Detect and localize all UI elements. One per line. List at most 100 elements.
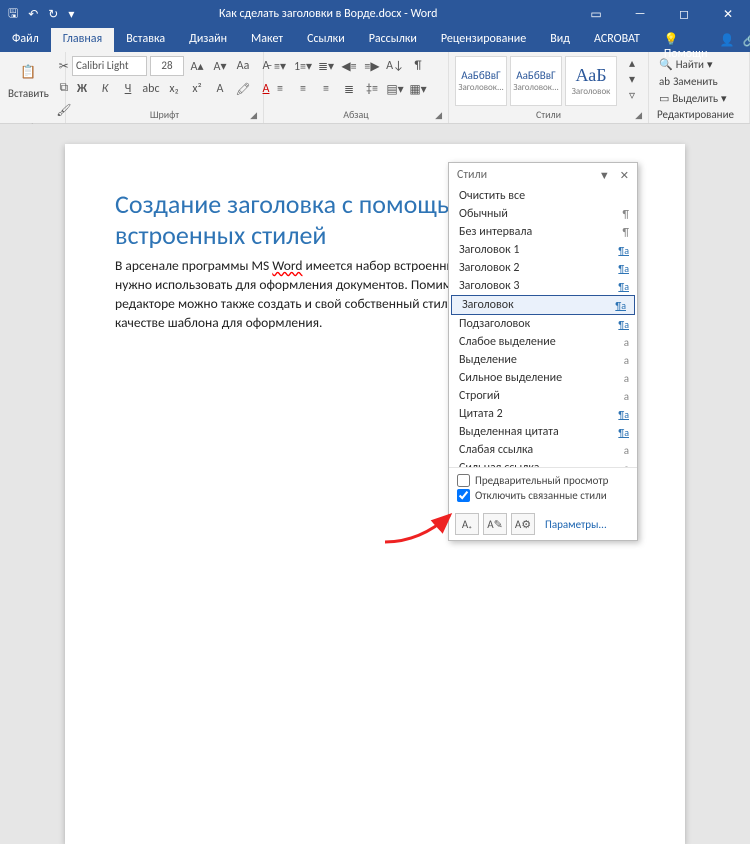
window-title: Как сделать заголовки в Ворде.docx - Wor… [82,7,574,21]
pane-close-icon[interactable]: ✕ [620,169,629,182]
tab-mailings[interactable]: Рассылки [357,28,429,52]
titlebar: 🖫 ↶ ↻ ▾ Как сделать заголовки в Ворде.do… [0,0,750,28]
style-row[interactable]: Цитата 2¶a [449,405,637,423]
justify-icon[interactable]: ≣ [339,79,359,99]
style-row[interactable]: Очистить все [449,187,637,205]
styles-group-label: Стили [536,108,561,121]
pane-dropdown-icon[interactable]: ▼ [599,169,610,182]
search-icon: 🔍 [659,58,673,71]
replace-button[interactable]: abЗаменить [657,74,720,89]
tab-references[interactable]: Ссылки [295,28,357,52]
show-marks-icon[interactable]: ¶ [408,56,428,76]
cursor-icon: ▭ [659,92,669,105]
superscript-button[interactable]: x² [187,79,207,99]
styles-pane-title: Стили [457,168,487,182]
styles-list[interactable]: Очистить всеОбычный¶Без интервала¶Заголо… [449,187,637,467]
italic-button[interactable]: К [95,79,115,99]
styles-expand-icon[interactable]: ▿ [622,88,642,103]
preview-checkbox[interactable]: Предварительный просмотр [457,473,629,488]
font-name-select[interactable]: Calibri Light [72,56,147,76]
style-gallery-item[interactable]: АаБЗаголовок [565,56,617,106]
highlight-icon[interactable]: 🖍 [233,79,253,99]
style-row[interactable]: Без интервала¶ [449,223,637,241]
align-center-icon[interactable]: ≡ [293,79,313,99]
close-icon[interactable]: ✕ [706,0,750,28]
sort-icon[interactable]: A↓ [385,56,405,76]
style-gallery-item[interactable]: АаБбВвГЗаголовок... [510,56,562,106]
manage-styles-button[interactable]: A⚙ [511,513,535,535]
redo-icon[interactable]: ↻ [48,7,58,22]
align-right-icon[interactable]: ≡ [316,79,336,99]
multilevel-icon[interactable]: ≣▾ [316,56,336,76]
style-row[interactable]: Заголовок 1¶a [449,241,637,259]
borders-icon[interactable]: ▦▾ [408,79,428,99]
tab-home[interactable]: Главная [51,28,114,52]
change-case-icon[interactable]: Aa [233,56,253,76]
ribbon: 📋 Вставить ✂ ⧉ 🖌 Буфер обм...◢ Calibri L… [0,52,750,124]
align-left-icon[interactable]: ≡ [270,79,290,99]
styles-scroll-up-icon[interactable]: ▴ [622,56,642,71]
qat-more-icon[interactable]: ▾ [68,7,74,22]
style-row[interactable]: Заголовок 2¶a [449,259,637,277]
strike-button[interactable]: abc [141,79,161,99]
style-row[interactable]: Заголовок¶a [451,295,635,315]
paragraph-group-label: Абзац [343,108,368,121]
paste-button[interactable]: 📋 Вставить [6,56,51,102]
style-row[interactable]: Слабая ссылкаa [449,441,637,459]
select-button[interactable]: ▭Выделить ▾ [657,91,729,106]
text-effects-icon[interactable]: A [210,79,230,99]
underline-button[interactable]: Ч [118,79,138,99]
increase-indent-icon[interactable]: ≡▶ [362,56,382,76]
tab-file[interactable]: Файл [0,28,51,52]
shrink-font-icon[interactable]: A▾ [210,56,230,76]
style-inspector-button[interactable]: A✎ [483,513,507,535]
ribbon-options-icon[interactable]: ▭ [574,0,618,28]
bold-button[interactable]: Ж [72,79,92,99]
shading-icon[interactable]: ▤▾ [385,79,405,99]
tab-acrobat[interactable]: ACROBAT [582,28,652,52]
style-row[interactable]: Выделенная цитата¶a [449,423,637,441]
tab-review[interactable]: Рецензирование [429,28,538,52]
style-row[interactable]: Слабое выделениеa [449,333,637,351]
styles-pane: Стили ▼ ✕ Очистить всеОбычный¶Без интерва… [448,162,638,541]
grow-font-icon[interactable]: A▴ [187,56,207,76]
account-icon[interactable]: 👤 [719,33,734,48]
styles-scroll-down-icon[interactable]: ▾ [622,72,642,87]
style-row[interactable]: Обычный¶ [449,205,637,223]
minimize-icon[interactable]: — [618,0,662,28]
numbering-icon[interactable]: 1≡▾ [293,56,313,76]
tab-view[interactable]: Вид [538,28,582,52]
undo-icon[interactable]: ↶ [28,7,38,22]
decrease-indent-icon[interactable]: ◀≡ [339,56,359,76]
save-icon[interactable]: 🖫 [8,4,18,25]
editing-group-label: Редактирование [657,108,734,121]
style-row[interactable]: Выделениеa [449,351,637,369]
tab-layout[interactable]: Макет [239,28,295,52]
style-row[interactable]: Сильное выделениеa [449,369,637,387]
font-size-select[interactable]: 28 [150,56,184,76]
styles-parameters-link[interactable]: Параметры... [545,518,607,531]
style-row[interactable]: Заголовок 3¶a [449,277,637,295]
expand-icon[interactable]: ◢ [635,110,642,121]
replace-icon: ab [659,75,670,88]
font-group-label: Шрифт [150,108,179,121]
maximize-icon[interactable]: ◻ [662,0,706,28]
subscript-button[interactable]: x₂ [164,79,184,99]
style-row[interactable]: Сильная ссылкаa [449,459,637,467]
clipboard-icon: 📋 [13,58,43,86]
tab-design[interactable]: Дизайн [177,28,239,52]
disable-linked-checkbox[interactable]: Отключить связанные стили [457,488,629,503]
style-row[interactable]: Строгийa [449,387,637,405]
bullets-icon[interactable]: ≡▾ [270,56,290,76]
style-gallery-item[interactable]: АаБбВвГЗаголовок... [455,56,507,106]
expand-icon[interactable]: ◢ [250,110,257,121]
style-row[interactable]: Подзаголовок¶a [449,315,637,333]
tab-help[interactable]: 💡 Помощн [652,28,720,52]
ribbon-tabs: Файл Главная Вставка Дизайн Макет Ссылки… [0,28,750,52]
new-style-button[interactable]: A₊ [455,513,479,535]
find-button[interactable]: 🔍Найти ▾ [657,57,715,72]
expand-icon[interactable]: ◢ [435,110,442,121]
line-spacing-icon[interactable]: ‡≡ [362,79,382,99]
share-icon[interactable]: 🔗 [742,33,750,48]
tab-insert[interactable]: Вставка [114,28,177,52]
